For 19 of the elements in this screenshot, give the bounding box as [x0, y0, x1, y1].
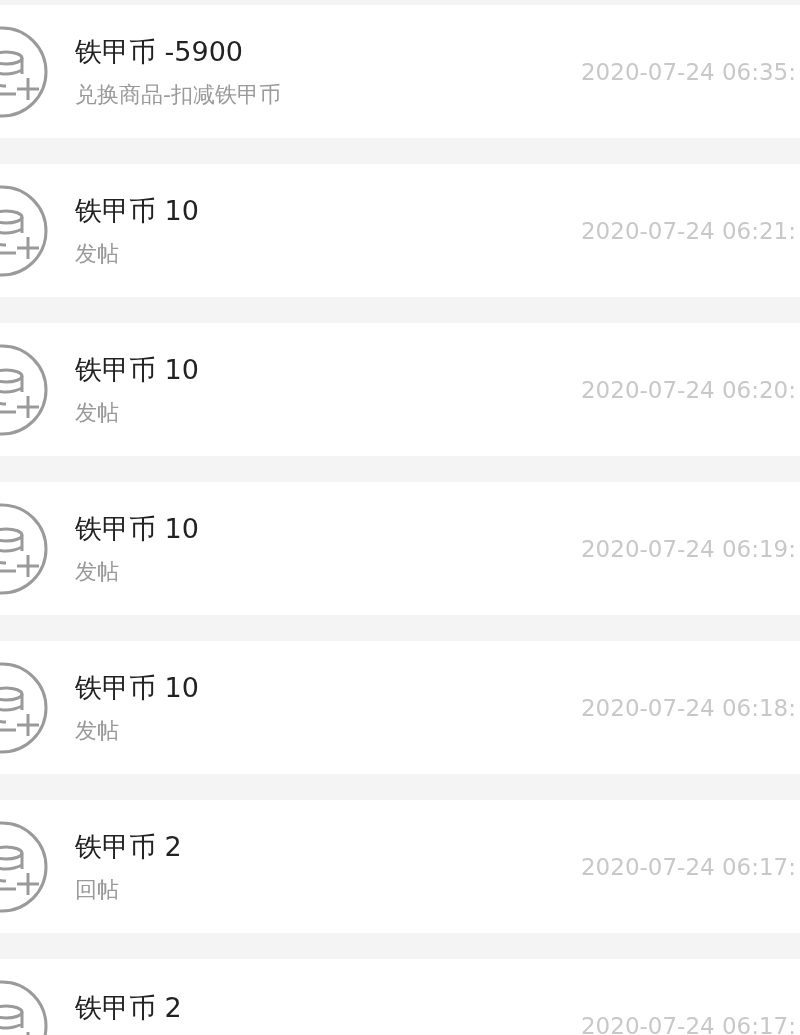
- record-description: 发帖: [75, 716, 120, 745]
- coin-add-icon: [0, 661, 50, 754]
- coin-add-icon: [0, 184, 50, 277]
- record-title: 铁甲币 10: [75, 193, 200, 228]
- coin-add-icon: [0, 25, 50, 118]
- record-description: 发帖: [75, 398, 120, 427]
- record-description: 发帖: [75, 557, 120, 586]
- record-title: 铁甲币 10: [75, 670, 200, 705]
- record-title: 铁甲币 2: [75, 829, 183, 864]
- coin-add-icon: [0, 502, 50, 595]
- record-title: 铁甲币 10: [75, 511, 200, 546]
- record-description: 发帖: [75, 239, 120, 268]
- coin-add-icon: [0, 820, 50, 913]
- record-description: 回帖: [75, 875, 120, 904]
- record-description: 兑换商品-扣减铁甲币: [75, 80, 282, 109]
- record-title: 铁甲币 2: [75, 990, 183, 1025]
- coin-add-icon: [0, 343, 50, 436]
- record-title: 铁甲币 -5900: [75, 34, 245, 69]
- record-title: 铁甲币 10: [75, 352, 200, 387]
